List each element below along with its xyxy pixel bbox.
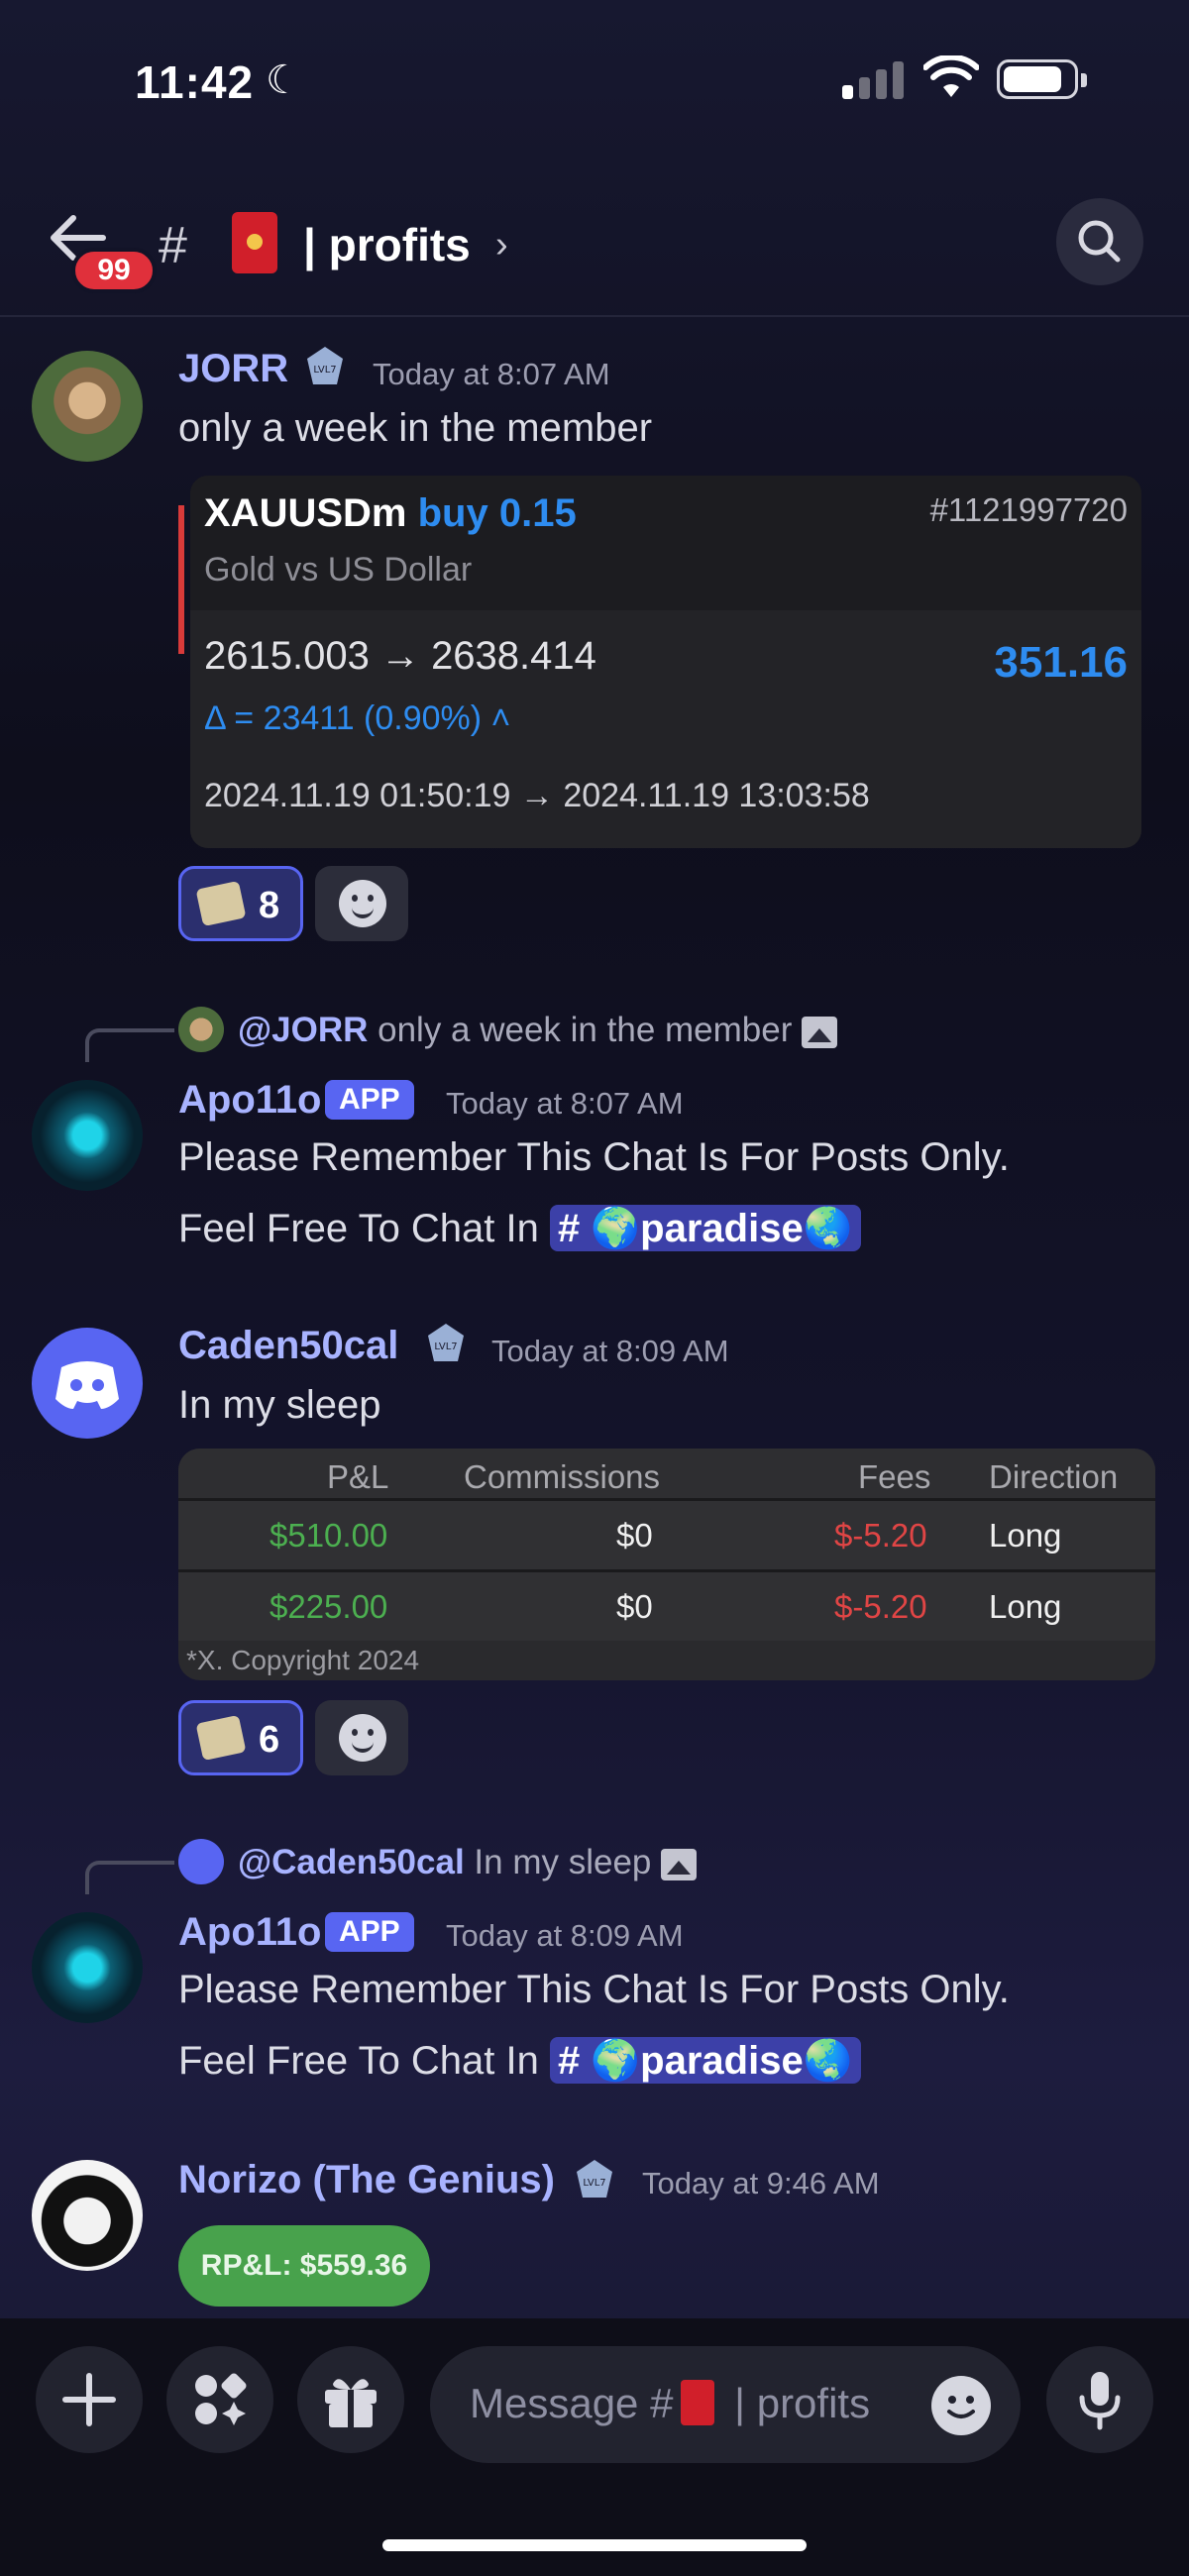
emoji-button[interactable] (931, 2376, 991, 2435)
trade-card[interactable]: XAUUSDm buy 0.15 #1121997720 Gold vs US … (178, 476, 1141, 848)
username[interactable]: Apo11o (178, 1078, 321, 1123)
username[interactable]: Caden50cal (178, 1324, 398, 1368)
column-header: Direction (989, 1458, 1119, 1495)
trade-side: buy 0.15 (417, 491, 577, 535)
timestamp: Today at 8:09 AM (491, 1334, 729, 1368)
hash-icon: # (159, 217, 187, 274)
discord-icon (55, 1361, 119, 1409)
status-bar: 11:42 ☾ (0, 0, 1189, 159)
message-text: Please Remember This Chat Is For Posts O… (178, 1135, 1010, 1179)
moon-icon: ☾ (266, 58, 301, 102)
red-envelope-icon (681, 2379, 715, 2425)
gift-button[interactable] (297, 2346, 404, 2453)
reply-connector (85, 1028, 174, 1062)
battery-icon (997, 59, 1087, 99)
search-button[interactable] (1056, 198, 1143, 285)
discord-avatar[interactable] (32, 1328, 143, 1439)
message-text: only a week in the member (178, 406, 653, 450)
reply-preview[interactable]: @Caden50cal In my sleep (238, 1843, 698, 1882)
clock: 11:42 (135, 56, 255, 108)
column-header: Commissions (464, 1458, 661, 1495)
add-attachment-button[interactable] (36, 2346, 143, 2453)
trade-symbol: XAUUSDm buy 0.15 (204, 491, 577, 535)
trade-id: #1121997720 (929, 491, 1128, 528)
avatar[interactable] (32, 351, 143, 462)
trade-description: Gold vs US Dollar (204, 551, 473, 589)
avatar[interactable] (32, 1912, 143, 2023)
reply-avatar (178, 1007, 224, 1052)
table-row: $225.00 $0 $-5.20 Long (178, 1569, 1155, 1641)
wifi-icon (923, 55, 979, 97)
trade-delta: Δ = 23411 (0.90%) ˄ (204, 699, 511, 737)
message-text: Feel Free To Chat In # 🌍paradise🌏 (178, 1205, 861, 1251)
username[interactable]: JORR (178, 347, 288, 391)
reaction-count: 6 (259, 1719, 280, 1761)
avatar[interactable] (32, 2160, 143, 2271)
reaction-money[interactable]: 8 (178, 866, 303, 941)
add-reaction-button[interactable] (315, 1700, 408, 1775)
apps-button[interactable] (166, 2346, 273, 2453)
smile-icon (947, 2396, 975, 2418)
trade-prices: 2615.003 → 2638.414 (204, 634, 596, 678)
pnl-image[interactable]: RP&L: $559.36 (178, 2225, 430, 2307)
table-footer: *X. Copyright 2024 (186, 1645, 420, 1675)
timestamp: Today at 8:07 AM (446, 1086, 684, 1121)
timestamp: Today at 8:09 AM (446, 1918, 684, 1953)
gift-icon (325, 2379, 377, 2427)
image-icon (802, 1016, 838, 1048)
column-header: Fees (858, 1458, 931, 1495)
timestamp: Today at 9:46 AM (642, 2166, 880, 2200)
channel-header: 99 # | profits › (0, 188, 1189, 317)
message-placeholder: Message # | profits (470, 2379, 871, 2426)
reaction-money[interactable]: 6 (178, 1700, 303, 1775)
message-text: Feel Free To Chat In # 🌍paradise🌏 (178, 2037, 861, 2084)
svg-text:LVL7: LVL7 (583, 2178, 605, 2189)
smile-icon (339, 880, 386, 927)
add-reaction-button[interactable] (315, 866, 408, 941)
pnl-screenshot[interactable]: P&L Commissions Fees Direction $510.00 $… (178, 1449, 1155, 1680)
username[interactable]: Apo11o (178, 1910, 321, 1955)
message-text: Please Remember This Chat Is For Posts O… (178, 1968, 1010, 2011)
money-wings-icon (195, 1714, 247, 1762)
cellular-signal-icon (842, 61, 906, 99)
apps-icon (195, 2373, 247, 2425)
timestamp: Today at 8:07 AM (373, 357, 610, 391)
image-icon (661, 1848, 698, 1880)
channel-title[interactable]: | profits (303, 218, 471, 271)
level-badge-icon: LVL7 (577, 2160, 612, 2198)
message-input[interactable]: Message # | profits (430, 2346, 1021, 2463)
message-composer: Message # | profits (0, 2318, 1189, 2576)
channel-mention[interactable]: # 🌍paradise🌏 (550, 2037, 861, 2084)
app-tag: APP (325, 1080, 414, 1120)
username[interactable]: Norizo (The Genius) (178, 2158, 555, 2202)
avatar[interactable] (32, 1080, 143, 1191)
microphone-icon (1079, 2372, 1121, 2430)
table-row: $510.00 $0 $-5.20 Long (178, 1498, 1155, 1569)
plus-icon (62, 2373, 116, 2426)
column-header: P&L (327, 1458, 389, 1495)
svg-text:LVL7: LVL7 (434, 1342, 457, 1352)
money-wings-icon (195, 880, 247, 927)
svg-text:LVL7: LVL7 (313, 365, 336, 376)
trade-profit: 351.16 (994, 638, 1128, 687)
reply-avatar (178, 1839, 224, 1884)
level-badge-icon: LVL7 (307, 347, 343, 384)
channel-mention[interactable]: # 🌍paradise🌏 (550, 1205, 861, 1251)
voice-message-button[interactable] (1046, 2346, 1153, 2453)
search-icon (1078, 220, 1121, 263)
red-envelope-icon (232, 212, 277, 273)
app-tag: APP (325, 1912, 414, 1952)
trade-dates: 2024.11.19 01:50:19 → 2024.11.19 13:03:5… (204, 777, 870, 814)
level-badge-icon: LVL7 (428, 1324, 464, 1361)
reply-preview[interactable]: @JORR only a week in the member (238, 1011, 838, 1050)
unread-badge: 99 (71, 248, 157, 293)
reply-connector (85, 1861, 174, 1894)
reaction-count: 8 (259, 885, 280, 926)
smile-icon (339, 1714, 386, 1762)
home-indicator (382, 2539, 807, 2551)
message-text: In my sleep (178, 1383, 381, 1427)
chevron-right-icon[interactable]: › (495, 224, 508, 267)
